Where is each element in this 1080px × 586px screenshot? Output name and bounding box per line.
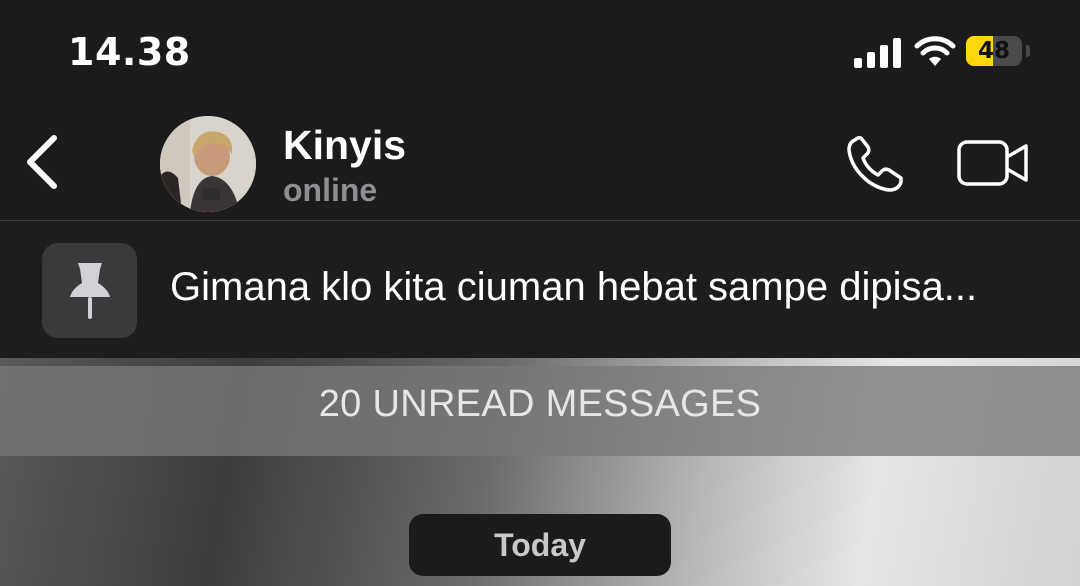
- contact-status: online: [283, 172, 378, 208]
- status-icons: 48: [854, 34, 1034, 70]
- phone-icon: [847, 136, 903, 192]
- wifi-icon: [914, 36, 956, 66]
- chevron-left-icon: [27, 135, 57, 189]
- chat-area[interactable]: 20 UNREAD MESSAGES Today: [0, 358, 1080, 586]
- unread-messages-label: 20 UNREAD MESSAGES: [318, 383, 762, 425]
- video-call-button[interactable]: [956, 138, 1030, 188]
- date-separator: Today: [409, 514, 671, 576]
- unread-messages-bar: 20 UNREAD MESSAGES: [0, 366, 1080, 456]
- date-separator-label: Today: [494, 527, 586, 563]
- pinned-message-bar[interactable]: Gimana klo kita ciuman hebat sampe dipis…: [0, 221, 1080, 358]
- pinned-message-text: Gimana klo kita ciuman hebat sampe dipis…: [170, 265, 978, 309]
- battery-icon: 48: [966, 36, 1022, 66]
- signal-icon: [854, 38, 901, 68]
- pin-icon: [70, 263, 110, 319]
- battery-tip: [1026, 45, 1030, 57]
- video-camera-icon: [957, 140, 1028, 186]
- avatar[interactable]: [160, 116, 256, 212]
- back-button[interactable]: [18, 130, 68, 194]
- status-bar: 14.38 48: [0, 0, 1080, 100]
- pin-button[interactable]: [42, 243, 137, 338]
- chat-header: Kinyis online: [0, 100, 1080, 220]
- status-time: 14.38: [68, 30, 191, 74]
- battery-level: 48: [977, 38, 1010, 64]
- call-button[interactable]: [843, 134, 907, 194]
- avatar-image: [160, 116, 256, 212]
- contact-name[interactable]: Kinyis: [283, 122, 406, 169]
